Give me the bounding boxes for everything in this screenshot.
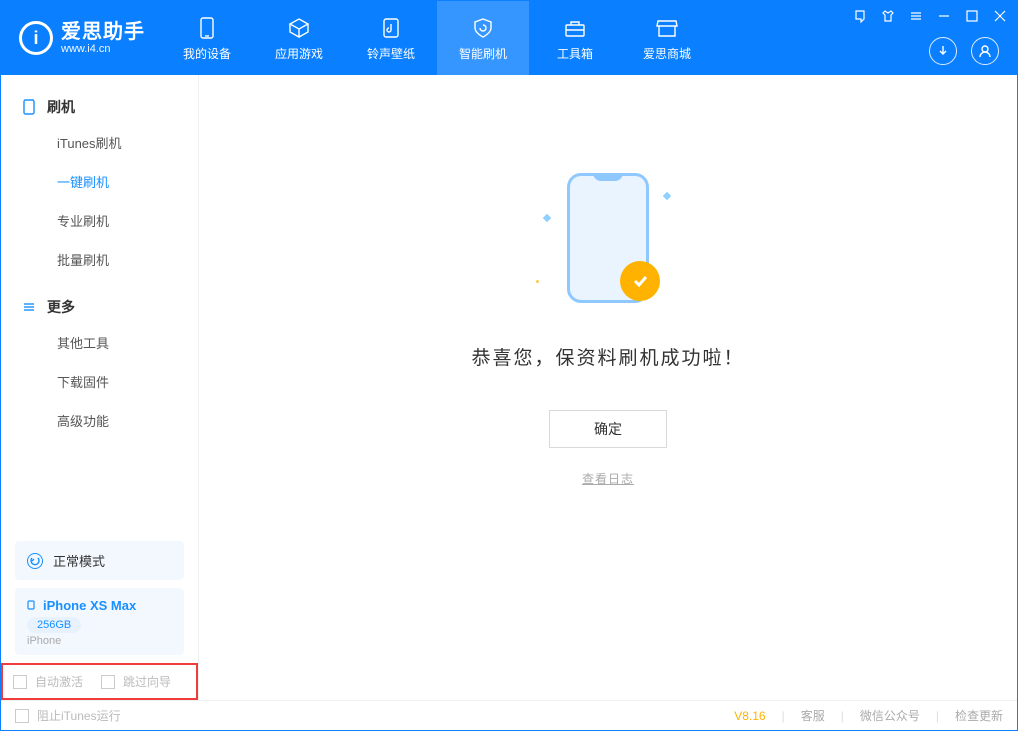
device-icon [21, 99, 37, 115]
version-label: V8.16 [734, 709, 765, 723]
nav-label: 我的设备 [183, 45, 231, 62]
checkbox-auto-activate[interactable] [13, 675, 27, 689]
top-nav: 我的设备 应用游戏 铃声壁纸 智能刷机 工具箱 爱思商城 [161, 1, 713, 75]
app-url: www.i4.cn [61, 43, 145, 55]
checkbox-label: 自动激活 [35, 673, 83, 690]
nav-smart-flash[interactable]: 智能刷机 [437, 1, 529, 75]
view-log-link[interactable]: 查看日志 [398, 470, 818, 487]
sidebar-group-flash: 刷机 [1, 89, 198, 123]
sidebar-item-itunes-flash[interactable]: iTunes刷机 [1, 123, 198, 162]
nav-store[interactable]: 爱思商城 [621, 1, 713, 75]
device-name: iPhone XS Max [43, 598, 136, 613]
nav-label: 应用游戏 [275, 45, 323, 62]
phone-icon [194, 15, 220, 41]
nav-ringtone-wallpaper[interactable]: 铃声壁纸 [345, 1, 437, 75]
sidebar-item-pro-flash[interactable]: 专业刷机 [1, 201, 198, 240]
nav-toolbox[interactable]: 工具箱 [529, 1, 621, 75]
device-type: iPhone [27, 635, 172, 647]
checkbox-skip-guide[interactable] [101, 675, 115, 689]
block-itunes-label: 阻止iTunes运行 [37, 707, 121, 724]
mode-card[interactable]: 正常模式 [15, 541, 184, 580]
mode-label: 正常模式 [53, 551, 105, 570]
skin-icon[interactable] [881, 9, 895, 23]
app-name: 爱思助手 [61, 21, 145, 43]
sidebar: 刷机 iTunes刷机 一键刷机 专业刷机 批量刷机 更多 其他工具 下载固件 … [1, 75, 199, 700]
main-content: 恭喜您，保资料刷机成功啦！ 确定 查看日志 [199, 75, 1017, 700]
success-illustration [528, 163, 688, 313]
toolbox-icon [562, 15, 588, 41]
store-icon [654, 15, 680, 41]
close-icon[interactable] [993, 9, 1007, 23]
ok-button[interactable]: 确定 [549, 410, 667, 448]
header-right [929, 37, 999, 65]
user-button[interactable] [971, 37, 999, 65]
sidebar-item-batch-flash[interactable]: 批量刷机 [1, 240, 198, 279]
flash-options-row: 自动激活 跳过向导 [1, 663, 198, 700]
app-logo: i 爱思助手 www.i4.cn [1, 1, 161, 75]
checkbox-label: 跳过向导 [123, 673, 171, 690]
feedback-icon[interactable] [853, 9, 867, 23]
window-controls [853, 9, 1007, 23]
maximize-icon[interactable] [965, 9, 979, 23]
list-icon [21, 299, 37, 315]
nav-label: 爱思商城 [643, 45, 691, 62]
cube-icon [286, 15, 312, 41]
checkbox-block-itunes[interactable] [15, 709, 29, 723]
music-file-icon [378, 15, 404, 41]
refresh-shield-icon [470, 15, 496, 41]
group-title: 刷机 [47, 97, 75, 117]
footer-link-support[interactable]: 客服 [801, 707, 825, 724]
device-icon [27, 598, 35, 613]
sidebar-item-download-firmware[interactable]: 下载固件 [1, 362, 198, 401]
nav-label: 智能刷机 [459, 45, 507, 62]
nav-apps-games[interactable]: 应用游戏 [253, 1, 345, 75]
logo-icon: i [19, 21, 53, 55]
nav-my-device[interactable]: 我的设备 [161, 1, 253, 75]
mode-icon [27, 553, 43, 569]
menu-icon[interactable] [909, 9, 923, 23]
minimize-icon[interactable] [937, 9, 951, 23]
device-card[interactable]: iPhone XS Max 256GB iPhone [15, 588, 184, 655]
footer-link-update[interactable]: 检查更新 [955, 707, 1003, 724]
sidebar-group-more: 更多 [1, 289, 198, 323]
check-icon [620, 261, 660, 301]
footer: 阻止iTunes运行 V8.16 | 客服 | 微信公众号 | 检查更新 [1, 700, 1017, 730]
group-title: 更多 [47, 297, 75, 317]
download-button[interactable] [929, 37, 957, 65]
success-message: 恭喜您，保资料刷机成功啦！ [398, 343, 818, 370]
footer-link-wechat[interactable]: 微信公众号 [860, 707, 920, 724]
sidebar-item-other-tools[interactable]: 其他工具 [1, 323, 198, 362]
device-storage: 256GB [27, 617, 81, 633]
nav-label: 工具箱 [557, 45, 593, 62]
header: i 爱思助手 www.i4.cn 我的设备 应用游戏 铃声壁纸 智能刷机 工具箱 [1, 1, 1017, 75]
nav-label: 铃声壁纸 [367, 45, 415, 62]
sidebar-item-oneclick-flash[interactable]: 一键刷机 [1, 162, 198, 201]
sidebar-item-advanced[interactable]: 高级功能 [1, 401, 198, 440]
